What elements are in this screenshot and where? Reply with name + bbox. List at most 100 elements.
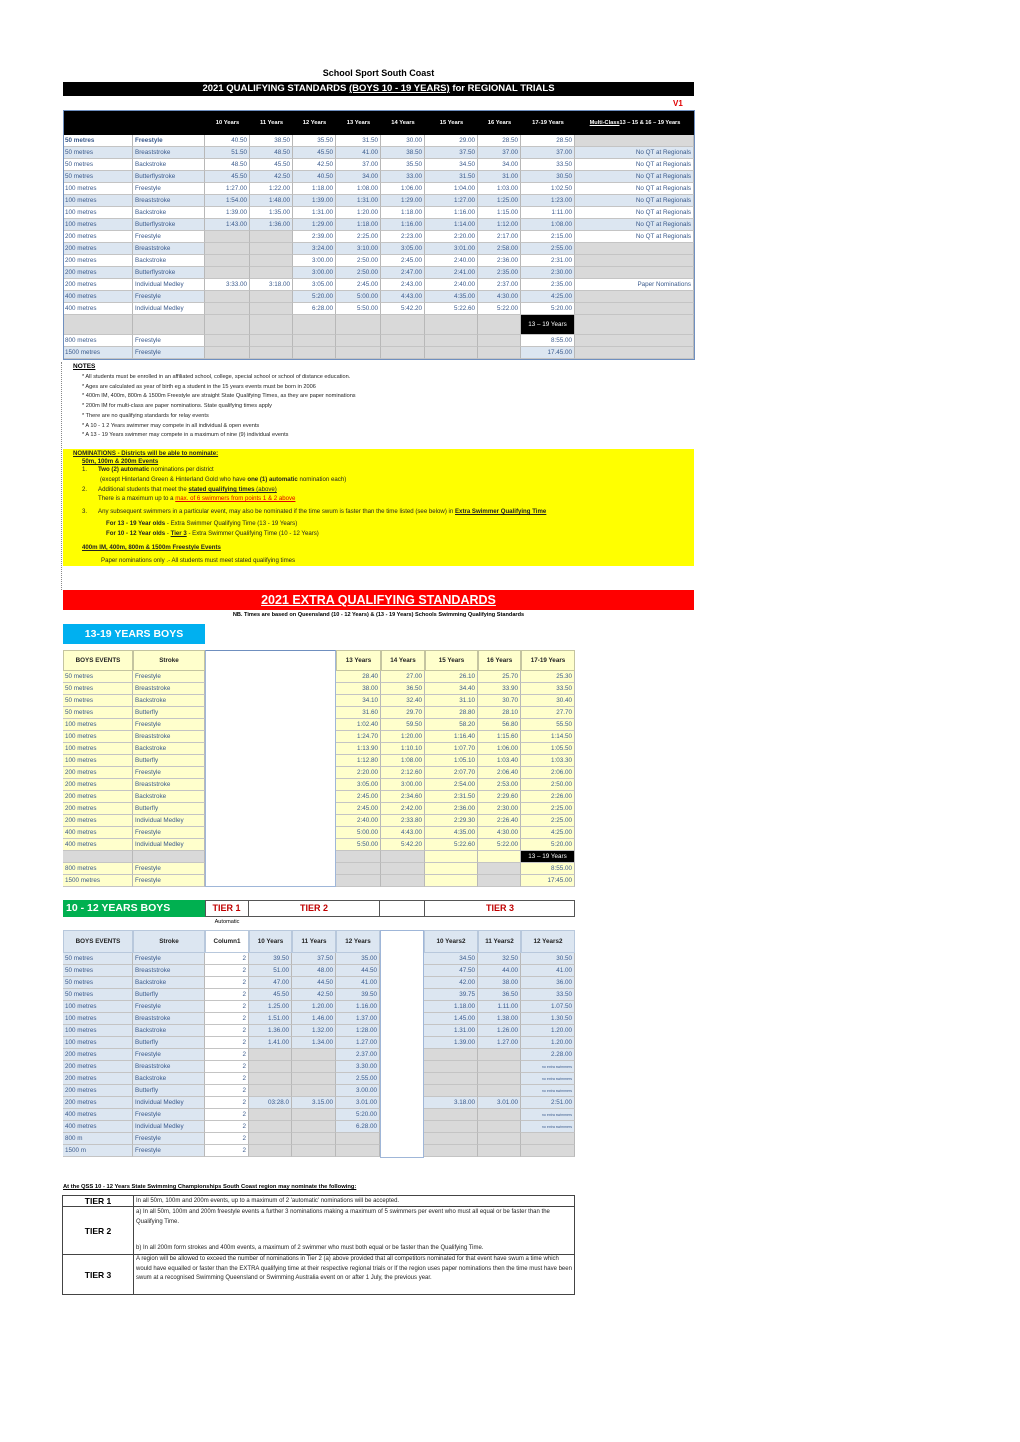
time-cell: 2.37.00: [336, 1049, 380, 1061]
time-cell: [292, 1109, 336, 1121]
time-cell: 2: [205, 1013, 249, 1025]
time-cell: [205, 335, 250, 347]
event-cell: 200 metres: [63, 243, 133, 255]
num: 2.: [82, 486, 88, 493]
time-cell: 55.50: [521, 719, 575, 731]
tier2-header: TIER 2: [249, 900, 380, 917]
time-cell: [424, 1061, 478, 1073]
event-cell: 400 metres: [63, 1109, 133, 1121]
stroke-cell: Freestyle: [133, 231, 205, 243]
time-cell: 2:51.00: [521, 1097, 575, 1109]
time-cell: 1:18.00: [293, 183, 336, 195]
note-item: * Ages are calculated as year of birth e…: [82, 383, 316, 390]
event-cell: 100 metres: [63, 755, 133, 767]
stroke-cell: Butterflystroke: [133, 219, 205, 231]
extra-nb: NB. Times are based on Queensland (10 - …: [232, 612, 525, 618]
time-cell: 1:18.00: [336, 219, 381, 231]
time-cell: 2:06.00: [521, 767, 575, 779]
time-cell: 1.38.00: [478, 1013, 521, 1025]
column-header: Stroke: [133, 650, 205, 671]
event-cell: 200 metres: [63, 767, 133, 779]
time-cell: 2:58.00: [478, 243, 521, 255]
time-cell: 3.01.00: [478, 1097, 521, 1109]
time-cell: [478, 875, 521, 887]
event-cell: 100 metres: [63, 195, 133, 207]
time-cell: 1:16.00: [381, 219, 425, 231]
time-cell: 2:45.00: [336, 803, 381, 815]
event-cell: 200 metres: [63, 1085, 133, 1097]
time-cell: 48.50: [205, 159, 250, 171]
time-cell: 1:24.70: [336, 731, 381, 743]
time-cell: 33.50: [521, 159, 575, 171]
time-cell: [575, 315, 694, 335]
note-item: * There are no qualifying standards for …: [82, 412, 209, 419]
time-cell: 1:10.10: [381, 743, 425, 755]
time-cell: 2: [205, 977, 249, 989]
time-cell: 35.50: [293, 135, 336, 147]
time-cell: 38.00: [478, 977, 521, 989]
time-cell: 2:26.00: [521, 791, 575, 803]
time-cell: [425, 851, 478, 863]
stroke-cell: Breaststroke: [133, 195, 205, 207]
event-cell: 100 metres: [63, 219, 133, 231]
time-cell: 1.16.00: [336, 1001, 380, 1013]
nomination-point-2: 2. Additional students that meet the stat…: [82, 486, 277, 493]
note-item: * All students must be enrolled in an af…: [82, 374, 351, 380]
event-cell: 200 metres: [63, 267, 133, 279]
stroke-cell: Breaststroke: [133, 965, 205, 977]
time-cell: [249, 1049, 292, 1061]
event-cell: 50 metres: [63, 707, 133, 719]
time-cell: 17:45.00: [521, 875, 575, 887]
stroke-cell: Butterfly: [133, 803, 205, 815]
time-cell: 2:42.00: [381, 803, 425, 815]
time-cell: [336, 315, 381, 335]
time-cell: 30.70: [478, 695, 521, 707]
time-cell: 44.50: [292, 977, 336, 989]
time-cell: 2:12.60: [381, 767, 425, 779]
time-cell: 3.00.00: [336, 1085, 380, 1097]
time-cell: 51.00: [249, 965, 292, 977]
time-cell: [336, 863, 381, 875]
time-cell: 2: [205, 1061, 249, 1073]
event-cell: 400 metres: [63, 303, 133, 315]
multi-class-ages: 13 – 15 & 16 – 19 Years: [619, 119, 681, 126]
p1b-a: (except Hinterland Green & Hinterland Go…: [100, 476, 248, 483]
time-cell: [575, 267, 694, 279]
time-cell: 5:50.00: [336, 303, 381, 315]
column-header: 10 Years2: [424, 930, 478, 953]
time-cell: 2:45.00: [381, 255, 425, 267]
stroke-cell: Individual Medley: [133, 839, 205, 851]
time-cell: 4:43.00: [381, 291, 425, 303]
time-cell: 38.00: [336, 683, 381, 695]
time-cell: 1.37.00: [336, 1013, 380, 1025]
time-cell: 1:28.00: [336, 1025, 380, 1037]
time-cell: [249, 1133, 292, 1145]
time-cell: [478, 1049, 521, 1061]
time-cell: [425, 347, 478, 359]
time-cell: 1:13.90: [336, 743, 381, 755]
time-cell: [249, 1121, 292, 1133]
time-cell: no extra swimmers: [521, 1061, 575, 1073]
stroke-cell: Freestyle: [133, 347, 205, 359]
time-cell: 5:00.00: [336, 827, 381, 839]
time-cell: 1:03.40: [478, 755, 521, 767]
time-cell: [575, 243, 694, 255]
time-cell: 48.00: [292, 965, 336, 977]
time-cell: 5:42.20: [381, 839, 425, 851]
time-cell: 3:00.00: [293, 267, 336, 279]
multi-class-header: Multi-Class 13 – 15 & 16 – 19 Years: [575, 110, 695, 135]
time-cell: 45.50: [249, 989, 292, 1001]
time-cell: 2: [205, 989, 249, 1001]
time-cell: 1:08.00: [521, 219, 575, 231]
time-cell: 3:18.00: [250, 279, 293, 291]
time-cell: [478, 1133, 521, 1145]
nominations-sub2: 400m IM, 400m, 800m & 1500m Freestyle Ev…: [82, 544, 221, 551]
stroke-cell: Freestyle: [133, 183, 205, 195]
time-cell: 2:31.00: [521, 255, 575, 267]
time-cell: 41.00: [336, 147, 381, 159]
time-cell: 1:16.40: [425, 731, 478, 743]
time-cell: 1:27.00: [205, 183, 250, 195]
event-cell: 400 metres: [63, 827, 133, 839]
time-cell: 4:25.00: [521, 827, 575, 839]
stroke-cell: Butterfly: [133, 1085, 205, 1097]
